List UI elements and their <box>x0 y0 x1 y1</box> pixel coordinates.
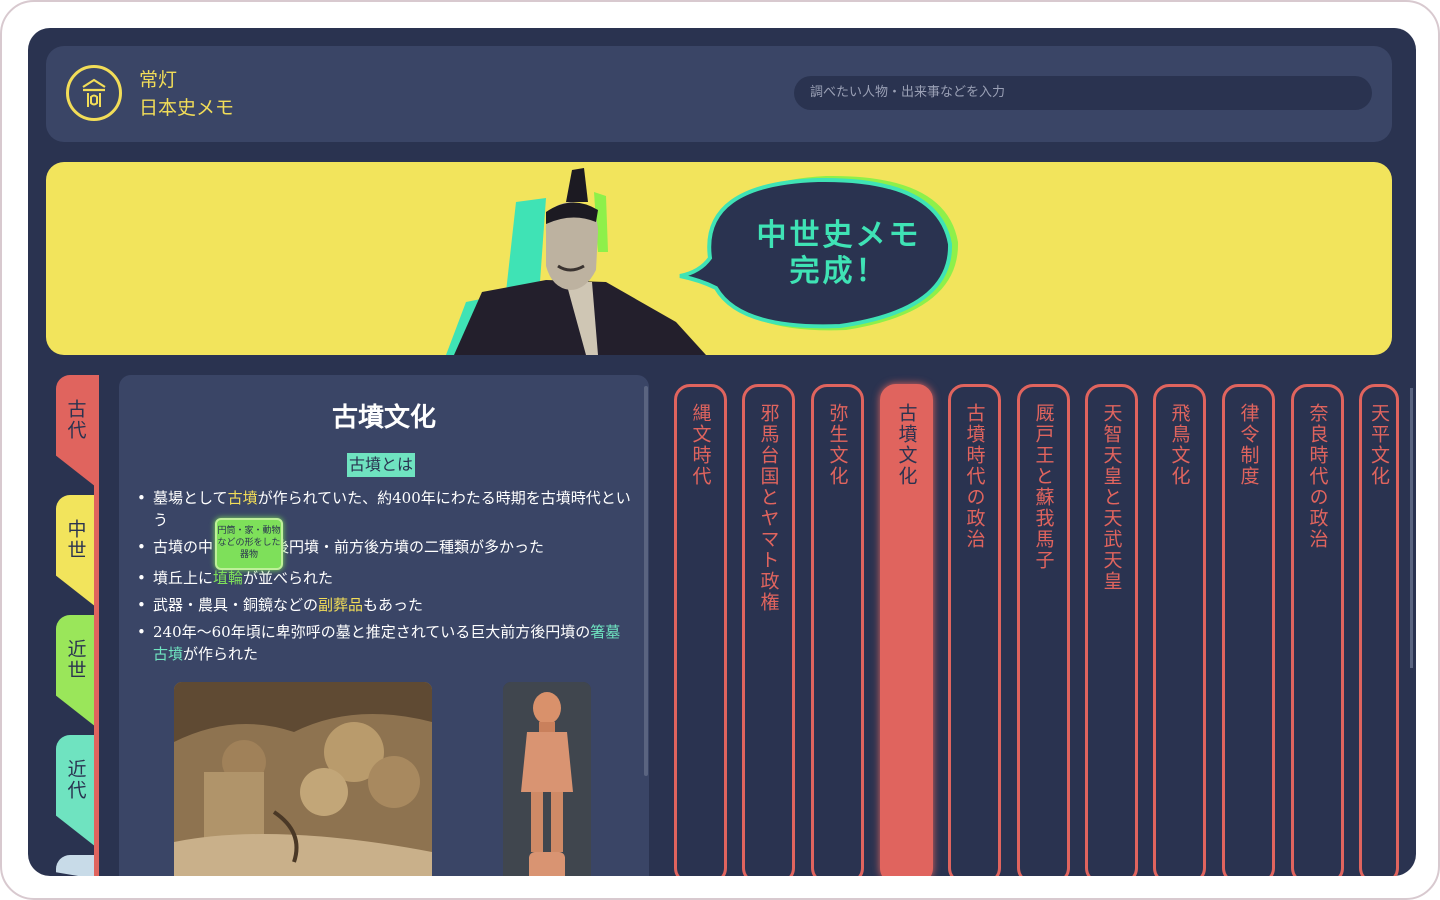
haniwa-photo-image <box>503 682 591 876</box>
portrait-illustration <box>446 168 959 355</box>
bullet-list: 墓場として古墳が作られていた、約400年にわたる時期を古墳時代という 古墳の中 方… <box>137 487 631 670</box>
device-frame: 常灯 日本史メモ 調べたい人物・出来事などを入力 中世史メモ 完成！ 古代 中世… <box>0 0 1440 900</box>
app-screen: 常灯 日本史メモ 調べたい人物・出来事などを入力 中世史メモ 完成！ 古代 中世… <box>28 28 1416 876</box>
era-tab-early-modern[interactable]: 近世 <box>56 615 96 727</box>
topic-card[interactable]: 縄文時代 <box>674 384 727 876</box>
panel-scrollbar[interactable] <box>644 386 648 776</box>
era-tab-next[interactable] <box>56 855 96 876</box>
bullet-text: 方後円墳・前方後方墳の二種類が多かった <box>259 538 545 556</box>
header: 常灯 日本史メモ 調べたい人物・出来事などを入力 <box>46 46 1392 142</box>
section-heading: 古墳とは <box>347 453 416 477</box>
bubble-line-2: 完成！ <box>789 254 889 289</box>
search-input[interactable]: 調べたい人物・出来事などを入力 <box>794 76 1372 110</box>
topic-card[interactable]: 厩戸王と蘇我馬子 <box>1017 384 1070 876</box>
keyword-link[interactable]: 副葬品 <box>318 596 363 614</box>
page-title: 古墳文化 <box>331 403 436 433</box>
keyword-link[interactable]: 埴輪 <box>213 569 243 587</box>
kofun-photo <box>174 682 432 876</box>
site-title-line1: 常灯 <box>139 69 178 91</box>
kofun-photo-image <box>174 682 432 876</box>
site-title[interactable]: 常灯 日本史メモ <box>139 66 234 122</box>
list-item: 墓場として古墳が作られていた、約400年にわたる時期を古墳時代という <box>137 487 631 531</box>
bubble-line-1: 中世史メモ <box>756 218 922 253</box>
era-tab-modern[interactable]: 近代 <box>56 735 96 847</box>
content-panel: 古墳文化 古墳とは 墓場として古墳が作られていた、約400年にわたる時期を古墳時… <box>119 375 649 876</box>
bullet-text: が作られた <box>183 645 259 663</box>
list-item: 墳丘上に埴輪が並べられた <box>137 567 631 589</box>
bullet-text: もあった <box>363 596 424 614</box>
topic-card[interactable]: 古墳時代の政治 <box>948 384 1001 876</box>
topic-card[interactable]: 弥生文化 <box>811 384 864 876</box>
keyword-link[interactable]: 古墳 <box>228 489 258 507</box>
bullet-text: 墓場として <box>153 489 228 507</box>
bullet-text: 墳丘上に <box>153 569 214 587</box>
era-tab-indicator <box>94 375 99 876</box>
topic-card[interactable]: 律令制度 <box>1222 384 1275 876</box>
bullet-text: 240年〜60年頃に卑弥呼の墓と推定されている巨大前方後円墳の <box>153 623 591 641</box>
era-tab-medieval[interactable]: 中世 <box>56 495 96 607</box>
topic-card[interactable]: 奈良時代の政治 <box>1291 384 1344 876</box>
bullet-text: 武器・農具・銅鏡などの <box>153 596 319 614</box>
haniwa-photo <box>503 682 591 876</box>
list-item: 古墳の中 方後円墳・前方後方墳の二種類が多かった <box>137 536 631 558</box>
lantern-icon <box>82 78 106 107</box>
topic-card[interactable]: 天智天皇と天武天皇 <box>1085 384 1138 876</box>
era-tab-ancient[interactable]: 古代 <box>56 375 96 487</box>
topics-scrollbar[interactable] <box>1410 388 1413 668</box>
topic-card[interactable]: 邪馬台国とヤマト政権 <box>742 384 795 876</box>
hero-banner: 中世史メモ 完成！ <box>46 162 1392 355</box>
keyword-tooltip: 円筒・家・動物などの形をした器物 <box>215 518 283 570</box>
site-title-line2: 日本史メモ <box>139 97 235 119</box>
list-item: 武器・農具・銅鏡などの副葬品もあった <box>137 594 631 616</box>
bullet-text: 古墳の中 <box>153 538 214 556</box>
speech-bubble-text: 中世史メモ 完成！ <box>734 218 944 290</box>
topic-card[interactable]: 飛鳥文化 <box>1153 384 1206 876</box>
list-item: 240年〜60年頃に卑弥呼の墓と推定されている巨大前方後円墳の箸墓古墳が作られた <box>137 621 631 665</box>
topic-card[interactable]: 天平文化 <box>1359 384 1399 876</box>
topic-card-active[interactable]: 古墳文化 <box>880 384 933 876</box>
logo[interactable] <box>66 65 122 121</box>
bullet-text: が並べられた <box>243 569 334 587</box>
